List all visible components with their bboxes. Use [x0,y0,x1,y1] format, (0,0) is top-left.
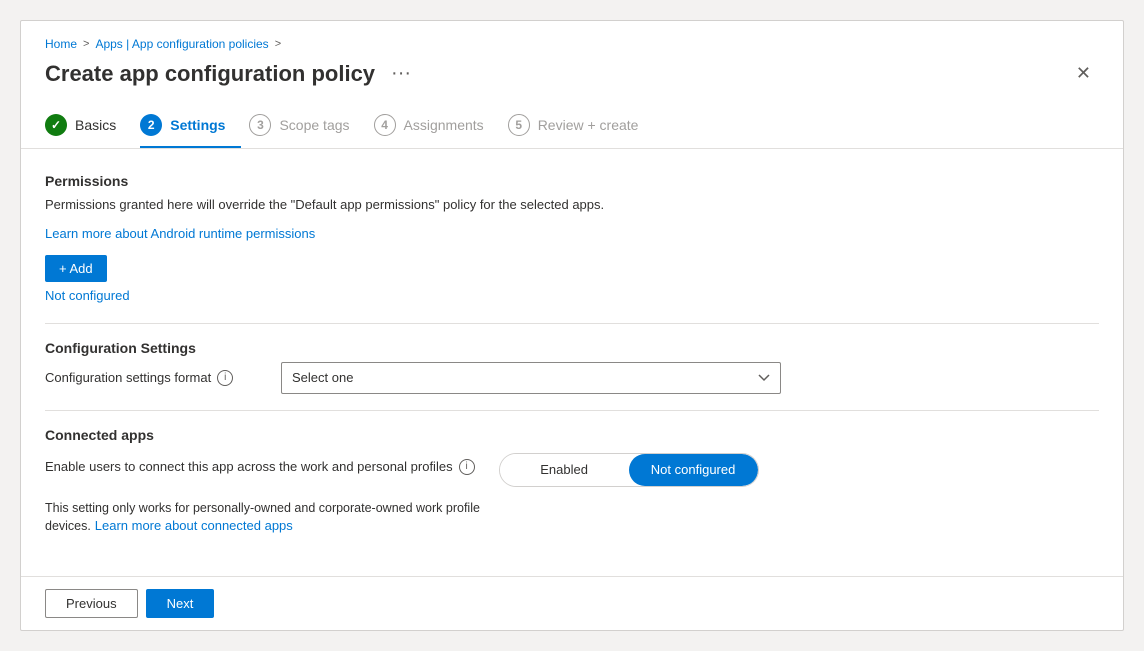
tab-scope-tags-label: Scope tags [279,117,349,133]
tab-basics[interactable]: ✓ Basics [45,104,132,148]
config-format-label: Configuration settings format i [45,370,265,386]
tab-assignments-label: Assignments [404,117,484,133]
wizard-tabs: ✓ Basics 2 Settings 3 Scope tags 4 Assig… [21,104,1123,149]
modal-title: Create app configuration policy [45,61,375,87]
tab-review-create-label: Review + create [538,117,639,133]
connected-apps-toggle-wrapper: Enabled Not configured [499,453,759,487]
add-button[interactable]: + Add [45,255,107,282]
breadcrumb-apps[interactable]: Apps | App configuration policies [95,37,268,51]
close-button[interactable]: ✕ [1068,59,1099,88]
tab-assignments: 4 Assignments [374,104,500,148]
config-settings-section: Configuration Settings Configuration set… [45,340,1099,394]
tab-assignments-circle: 4 [374,114,396,136]
tab-basics-circle: ✓ [45,114,67,136]
toggle-option-enabled[interactable]: Enabled [500,454,629,486]
tab-scope-tags-circle: 3 [249,114,271,136]
permissions-learn-more-link[interactable]: Learn more about Android runtime permiss… [45,226,315,241]
tab-settings-circle: 2 [140,114,162,136]
connected-apps-section: Connected apps Enable users to connect t… [45,427,1099,537]
modal-title-row: Create app configuration policy ··· ✕ [45,59,1099,88]
more-options-button[interactable]: ··· [385,60,417,87]
divider-2 [45,410,1099,411]
connected-apps-title: Connected apps [45,427,1099,443]
connected-apps-toggle-row: Enable users to connect this app across … [45,453,1099,487]
tab-basics-label: Basics [75,117,116,133]
breadcrumb-home[interactable]: Home [45,37,77,51]
breadcrumb-sep1: > [83,38,89,50]
modal-content: Permissions Permissions granted here wil… [21,149,1123,576]
connected-apps-note-wrapper: This setting only works for personally-o… [45,499,525,537]
connected-apps-label: Enable users to connect this app across … [45,453,475,475]
config-settings-title: Configuration Settings [45,340,1099,356]
toggle-option-not-configured[interactable]: Not configured [629,454,758,486]
tab-settings-label: Settings [170,117,225,133]
tab-review-create-circle: 5 [508,114,530,136]
modal-title-left: Create app configuration policy ··· [45,60,417,87]
config-format-dropdown[interactable]: Select one [281,362,781,394]
next-button[interactable]: Next [146,589,215,618]
permissions-title: Permissions [45,173,1099,189]
breadcrumb: Home > Apps | App configuration policies… [45,37,1099,51]
breadcrumb-sep2: > [275,38,281,50]
tab-review-create: 5 Review + create [508,104,655,148]
divider-1 [45,323,1099,324]
permissions-not-configured: Not configured [45,288,1099,303]
modal-footer: Previous Next [21,576,1123,630]
tab-scope-tags: 3 Scope tags [249,104,365,148]
config-format-info-icon[interactable]: i [217,370,233,386]
previous-button[interactable]: Previous [45,589,138,618]
config-format-row: Configuration settings format i Select o… [45,362,1099,394]
permissions-description: Permissions granted here will override t… [45,195,1099,215]
modal-container: Home > Apps | App configuration policies… [20,20,1124,631]
connected-apps-learn-more-link[interactable]: Learn more about connected apps [95,518,293,533]
tab-settings[interactable]: 2 Settings [140,104,241,148]
connected-apps-info-icon[interactable]: i [459,459,475,475]
select-container: Select one [281,362,781,394]
permissions-section: Permissions Permissions granted here wil… [45,173,1099,303]
modal-header: Home > Apps | App configuration policies… [21,21,1123,104]
connected-apps-toggle[interactable]: Enabled Not configured [499,453,759,487]
